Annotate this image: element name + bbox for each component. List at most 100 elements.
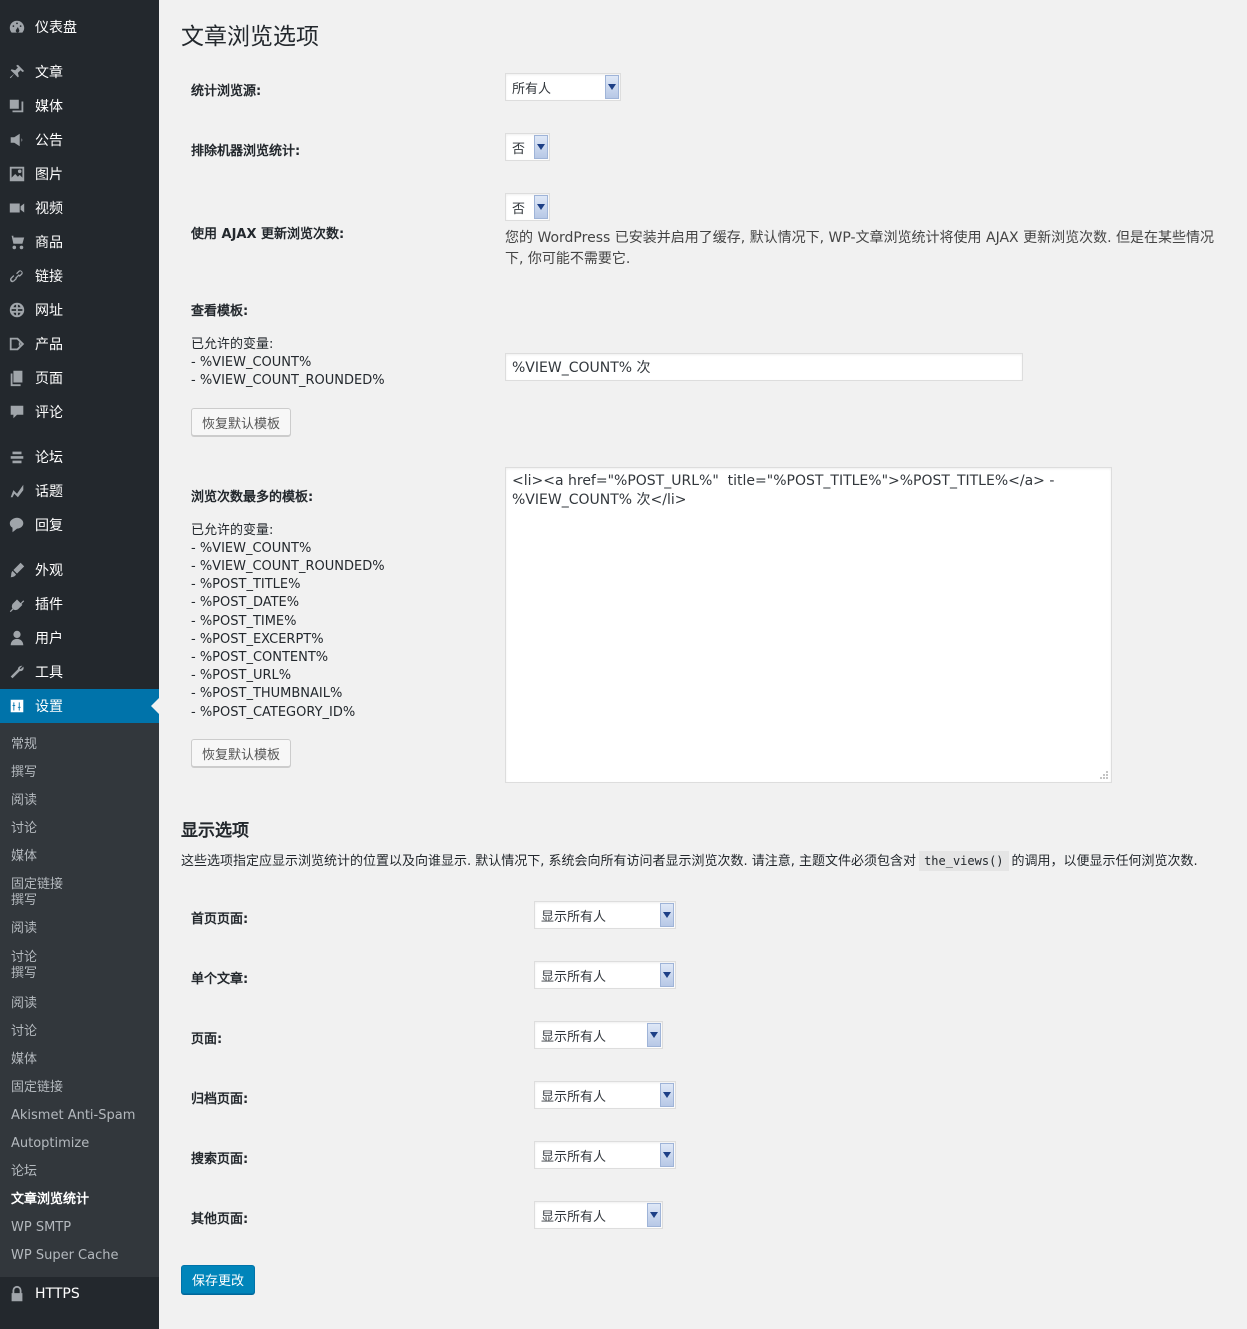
- view-template-vars-title: 已允许的变量:: [191, 337, 274, 352]
- search-page-label: 搜索页面:: [191, 1152, 249, 1167]
- search-page-select[interactable]: 显示所有人: [534, 1141, 676, 1169]
- plugin-icon: [7, 594, 27, 614]
- lock-icon: [7, 1284, 27, 1304]
- video-icon: [7, 198, 27, 218]
- menu-settings[interactable]: 设置: [0, 689, 159, 723]
- submenu-item-reading[interactable]: 阅读: [11, 921, 37, 937]
- forum-icon: [7, 447, 27, 467]
- menu-label: 回复: [35, 518, 63, 534]
- most-viewed-var: - %POST_TIME%: [191, 614, 297, 629]
- single-post-label: 单个文章:: [191, 972, 249, 987]
- menu-replies[interactable]: 回复: [0, 508, 159, 542]
- submenu-item-postviews[interactable]: 文章浏览统计: [11, 1192, 89, 1208]
- submenu-item-forums[interactable]: 论坛: [11, 1164, 37, 1180]
- submenu-item-reading[interactable]: 阅读: [11, 996, 37, 1012]
- comment-icon: [7, 402, 27, 422]
- cart-icon: [7, 232, 27, 252]
- submenu-item-wp-super-cache[interactable]: WP Super Cache: [11, 1248, 118, 1264]
- submenu-item-wp-smtp[interactable]: WP SMTP: [11, 1220, 71, 1236]
- user-icon: [7, 628, 27, 648]
- most-viewed-template-textarea[interactable]: <li><a href="%POST_URL%" title="%POST_TI…: [505, 467, 1112, 783]
- submenu-item-discussion[interactable]: 讨论: [11, 821, 37, 837]
- archive-page-select[interactable]: 显示所有人: [534, 1081, 676, 1109]
- menu-label: 页面: [35, 371, 63, 387]
- submenu-item-general[interactable]: 常规: [11, 737, 37, 753]
- exclude-bots-label: 排除机器浏览统计:: [191, 144, 301, 159]
- description-text-end: 的调用，以便显示任何浏览次数.: [1011, 854, 1198, 869]
- menu-label: 论坛: [35, 450, 63, 466]
- image-icon: [7, 164, 27, 184]
- submenu-item-writing[interactable]: 撰写: [11, 893, 37, 909]
- menu-videos[interactable]: 视频: [0, 191, 159, 225]
- menu-media[interactable]: 媒体: [0, 89, 159, 123]
- page-label: 页面:: [191, 1032, 223, 1047]
- other-page-select[interactable]: 显示所有人: [534, 1201, 663, 1229]
- select-value: 显示所有人: [541, 909, 607, 925]
- menu-posts[interactable]: 文章: [0, 55, 159, 89]
- menu-pages[interactable]: 页面: [0, 361, 159, 395]
- use-ajax-description-2: 下, 你可能不需要它.: [505, 251, 631, 267]
- select-value: 显示所有人: [541, 1089, 607, 1105]
- media-icon: [7, 96, 27, 116]
- resize-grip-icon[interactable]: [1099, 770, 1109, 780]
- menu-appearance[interactable]: 外观: [0, 553, 159, 587]
- menu-tools[interactable]: 工具: [0, 655, 159, 689]
- archive-page-label: 归档页面:: [191, 1092, 249, 1107]
- view-template-label: 查看模板:: [191, 304, 249, 319]
- menu-label: 插件: [35, 597, 63, 613]
- select-value: 否: [512, 141, 526, 157]
- menu-label: HTTPS: [35, 1286, 80, 1302]
- menu-products-shop[interactable]: 商品: [0, 225, 159, 259]
- exclude-bots-select[interactable]: 否: [505, 133, 550, 161]
- submenu-item-media[interactable]: 媒体: [11, 1052, 37, 1068]
- topic-icon: [7, 481, 27, 501]
- menu-label: 产品: [35, 337, 63, 353]
- submenu-item-reading[interactable]: 阅读: [11, 793, 37, 809]
- submenu-item-writing[interactable]: 撰写: [11, 765, 37, 781]
- dashboard-icon: [7, 17, 27, 37]
- most-viewed-var: - %POST_TITLE%: [191, 577, 301, 592]
- menu-topics[interactable]: 话题: [0, 474, 159, 508]
- submenu-item-autoptimize[interactable]: Autoptimize: [11, 1136, 89, 1152]
- menu-forums[interactable]: 论坛: [0, 440, 159, 474]
- menu-images[interactable]: 图片: [0, 157, 159, 191]
- submenu-item-discussion[interactable]: 讨论: [11, 1024, 37, 1040]
- chevron-down-icon: [647, 1023, 661, 1047]
- use-ajax-select[interactable]: 否: [505, 193, 550, 221]
- menu-users[interactable]: 用户: [0, 621, 159, 655]
- menu-plugins[interactable]: 插件: [0, 587, 159, 621]
- menu-announcements[interactable]: 公告: [0, 123, 159, 157]
- submenu-item-discussion[interactable]: 讨论: [11, 950, 37, 966]
- wrench-icon: [7, 662, 27, 682]
- reset-view-template-button[interactable]: 恢复默认模板: [191, 408, 291, 436]
- submenu-item-writing[interactable]: 撰写: [11, 966, 37, 982]
- chevron-down-icon: [534, 195, 548, 219]
- select-value: 显示所有人: [541, 1149, 607, 1165]
- menu-dashboard[interactable]: 仪表盘: [0, 10, 159, 44]
- submenu-item-media[interactable]: 媒体: [11, 849, 37, 865]
- view-template-var: - %VIEW_COUNT%: [191, 355, 312, 370]
- single-post-select[interactable]: 显示所有人: [534, 961, 676, 989]
- menu-urls[interactable]: 网址: [0, 293, 159, 327]
- menu-products[interactable]: 产品: [0, 327, 159, 361]
- save-changes-button[interactable]: 保存更改: [181, 1265, 255, 1294]
- menu-label: 网址: [35, 303, 63, 319]
- chevron-down-icon: [660, 903, 674, 927]
- menu-label: 公告: [35, 133, 63, 149]
- menu-label: 链接: [35, 269, 63, 285]
- reset-most-viewed-template-button[interactable]: 恢复默认模板: [191, 739, 291, 767]
- menu-links[interactable]: 链接: [0, 259, 159, 293]
- submenu-item-permalinks[interactable]: 固定链接: [11, 1080, 63, 1096]
- submenu-item-permalinks[interactable]: 固定链接: [11, 877, 63, 893]
- submenu-item-akismet[interactable]: Akismet Anti-Spam: [11, 1108, 135, 1124]
- select-value: 所有人: [512, 81, 552, 97]
- menu-comments[interactable]: 评论: [0, 395, 159, 429]
- page-title: 文章浏览选项: [181, 24, 319, 50]
- home-page-select[interactable]: 显示所有人: [534, 901, 676, 929]
- home-page-label: 首页页面:: [191, 912, 249, 927]
- page-select[interactable]: 显示所有人: [534, 1021, 663, 1049]
- view-template-input[interactable]: [505, 353, 1023, 381]
- count-source-select[interactable]: 所有人: [505, 73, 621, 101]
- menu-https[interactable]: HTTPS: [0, 1277, 159, 1311]
- menu-label: 用户: [35, 631, 63, 647]
